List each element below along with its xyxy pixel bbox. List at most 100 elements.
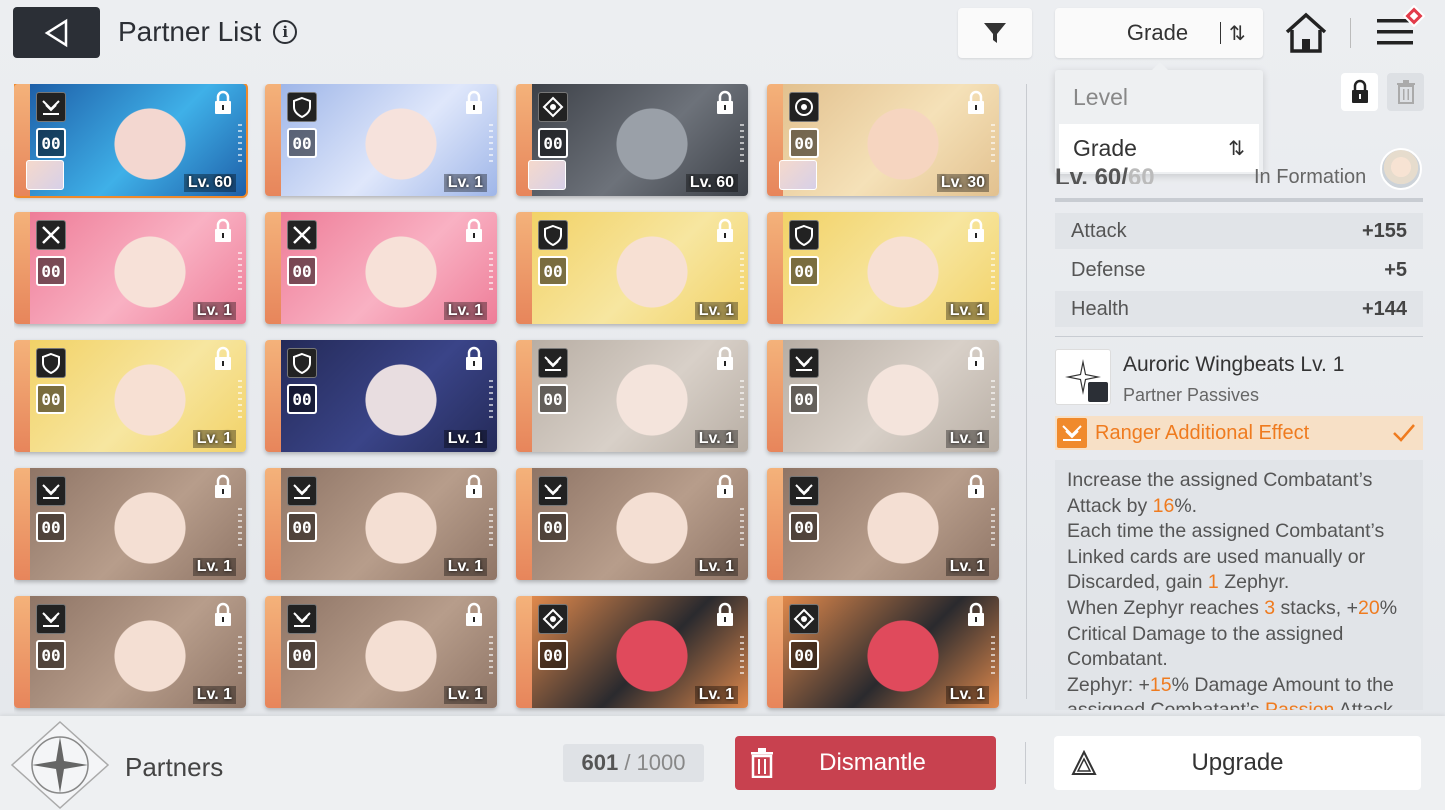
desc-text: Increase the assigned Combatant’s Attack…	[1067, 469, 1373, 517]
upgrade-button[interactable]: Upgrade	[1054, 736, 1421, 790]
card-decoration	[489, 636, 493, 676]
count-max: 1000	[636, 750, 686, 775]
lock-icon[interactable]	[714, 474, 736, 500]
trash-button[interactable]	[1387, 73, 1424, 111]
lock-icon[interactable]	[714, 218, 736, 244]
lock-icon[interactable]	[463, 90, 485, 116]
partner-card[interactable]: 00 Lv. 1	[265, 596, 497, 708]
card-decoration	[991, 380, 995, 420]
ranger-icon	[36, 92, 66, 122]
rarity-stripe	[767, 596, 783, 708]
partner-card[interactable]: 00 Lv. 1	[14, 212, 246, 324]
home-icon[interactable]	[1283, 10, 1329, 56]
ranger-icon	[538, 348, 568, 378]
ranger-icon	[287, 604, 317, 634]
support-icon	[538, 604, 568, 634]
equip-tag: 00	[36, 640, 66, 670]
upgrade-arrow-icon	[1054, 750, 1114, 776]
card-decoration	[489, 508, 493, 548]
lock-button[interactable]	[1341, 73, 1378, 111]
rarity-stripe	[265, 596, 281, 708]
stat-label: Health	[1071, 297, 1129, 320]
lock-icon[interactable]	[212, 346, 234, 372]
sort-direction-icon: ⇅	[1228, 137, 1245, 160]
guard-icon	[789, 220, 819, 250]
card-level: Lv. 1	[192, 302, 236, 320]
section-divider	[1055, 336, 1423, 337]
card-decoration	[489, 252, 493, 292]
partner-card[interactable]: 00 Lv. 1	[767, 468, 999, 580]
lock-icon[interactable]	[965, 474, 987, 500]
lock-icon[interactable]	[965, 602, 987, 628]
lock-icon[interactable]	[714, 602, 736, 628]
desc-line-zephyr-gain: Each time the assigned Combatant’s Linke…	[1067, 519, 1411, 596]
formation-avatar[interactable]	[1380, 148, 1422, 190]
assigned-combatant-avatar	[779, 160, 817, 190]
sort-button[interactable]: Grade ⇅	[1055, 8, 1263, 58]
card-level: Lv. 1	[443, 558, 487, 576]
ranger-icon	[1057, 418, 1087, 448]
rarity-stripe	[516, 468, 532, 580]
partner-card[interactable]: 00 Lv. 1	[14, 596, 246, 708]
dismantle-button[interactable]: Dismantle	[735, 736, 996, 790]
partner-card[interactable]: 00 Lv. 1	[767, 596, 999, 708]
partner-card[interactable]: 00 Lv. 1	[265, 340, 497, 452]
info-icon[interactable]: i	[273, 20, 298, 44]
partner-card[interactable]: 00 Lv. 1	[767, 212, 999, 324]
sort-option-level[interactable]: Level	[1059, 73, 1259, 121]
ranger-icon	[287, 476, 317, 506]
footer-divider	[1025, 742, 1026, 784]
partner-card[interactable]: 00 Lv. 1	[516, 340, 748, 452]
striker-icon	[36, 220, 66, 250]
sort-separator	[1220, 22, 1221, 44]
partner-card[interactable]: 00 Lv. 1	[265, 468, 497, 580]
equip-tag: 00	[789, 128, 819, 158]
lock-icon[interactable]	[463, 218, 485, 244]
card-decoration	[238, 380, 242, 420]
count-current: 601	[581, 750, 619, 775]
partner-card[interactable]: 00 Lv. 1	[516, 596, 748, 708]
ranger-icon	[36, 476, 66, 506]
rarity-stripe	[14, 596, 30, 708]
partner-card[interactable]: 00 Lv. 60	[14, 84, 248, 198]
skill-icon-button[interactable]	[1055, 349, 1111, 405]
partner-card[interactable]: 00 Lv. 1	[516, 468, 748, 580]
lock-icon[interactable]	[212, 602, 234, 628]
partner-card[interactable]: 00 Lv. 1	[14, 468, 246, 580]
lock-icon[interactable]	[965, 218, 987, 244]
sort-option-label: Level	[1073, 83, 1128, 110]
partner-card[interactable]: 00 Lv. 30	[767, 84, 999, 196]
partner-card[interactable]: 00 Lv. 1	[265, 212, 497, 324]
filter-button[interactable]	[958, 8, 1032, 58]
partner-card[interactable]: 00 Lv. 1	[767, 340, 999, 452]
back-button[interactable]	[13, 7, 100, 58]
lock-icon[interactable]	[463, 602, 485, 628]
lock-icon[interactable]	[212, 90, 234, 116]
card-level: Lv. 1	[945, 430, 989, 448]
rarity-stripe	[516, 340, 532, 452]
effect-label: Ranger Additional Effect	[1095, 421, 1310, 444]
lock-icon[interactable]	[965, 346, 987, 372]
lock-icon[interactable]	[463, 346, 485, 372]
lock-icon[interactable]	[714, 346, 736, 372]
partner-card[interactable]: 00 Lv. 1	[265, 84, 497, 196]
partner-card[interactable]: 00 Lv. 1	[516, 212, 748, 324]
lock-icon[interactable]	[212, 218, 234, 244]
lock-icon[interactable]	[714, 90, 736, 116]
lock-icon[interactable]	[463, 474, 485, 500]
card-level: Lv. 1	[443, 302, 487, 320]
lock-icon[interactable]	[965, 90, 987, 116]
stat-row-health: Health +144	[1055, 291, 1423, 327]
page-title: Partner List i	[118, 16, 298, 48]
card-level: Lv. 1	[694, 430, 738, 448]
sort-icon[interactable]: ⇅	[1229, 21, 1263, 46]
desc-text: Zephyr.	[1218, 571, 1290, 594]
stat-value: +155	[1361, 219, 1407, 242]
sort-dropdown: Level Grade ⇅	[1055, 62, 1263, 174]
partner-card[interactable]: 00 Lv. 1	[14, 340, 246, 452]
partner-card[interactable]: 00 Lv. 60	[516, 84, 748, 196]
equip-tag: 00	[538, 128, 568, 158]
assigned-combatant-avatar	[528, 160, 566, 190]
equip-tag: 00	[287, 128, 317, 158]
lock-icon[interactable]	[212, 474, 234, 500]
